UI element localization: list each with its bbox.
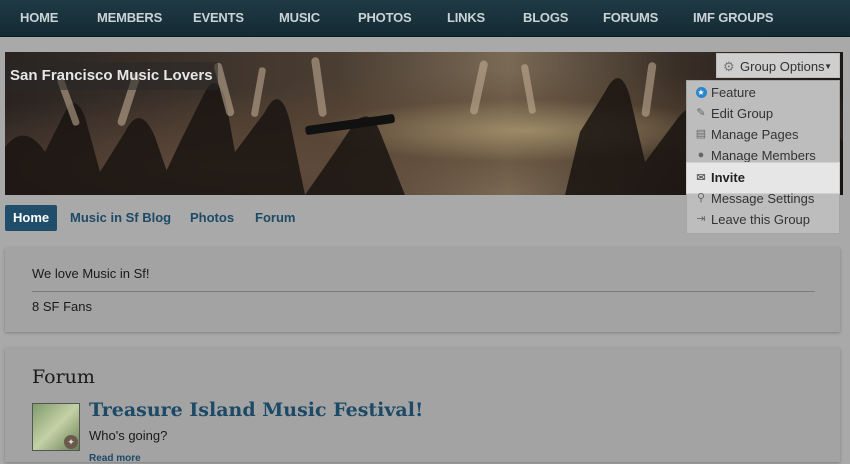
nav-links[interactable]: LINKS — [447, 0, 485, 36]
moderator-badge-icon: ✦ — [64, 435, 78, 449]
menu-item-edit-group[interactable]: ✎ Edit Group — [687, 103, 839, 124]
nav-home[interactable]: HOME — [20, 0, 58, 36]
tab-home[interactable]: Home — [5, 205, 58, 231]
menu-item-label: Feature — [711, 85, 756, 100]
exit-icon: ⇥ — [696, 213, 706, 225]
gear-icon: ⚙ — [723, 59, 735, 74]
group-options-label: Group Options — [740, 59, 825, 74]
caret-down-icon: ▼ — [824, 62, 832, 71]
group-title: San Francisco Music Lovers — [5, 62, 218, 90]
nav-photos[interactable]: PHOTOS — [358, 0, 412, 36]
group-description: We love Music in Sf! — [32, 266, 150, 281]
menu-item-label: Manage Pages — [711, 127, 799, 142]
group-options-button[interactable]: ⚙ Group Options ▼ — [716, 53, 840, 78]
menu-item-leave-group[interactable]: ⇥ Leave this Group — [687, 209, 839, 230]
pencil-icon: ✎ — [696, 107, 706, 119]
nav-music[interactable]: MUSIC — [279, 0, 320, 36]
menu-item-manage-pages[interactable]: ▤ Manage Pages — [687, 124, 839, 145]
divider — [32, 291, 815, 292]
fan-count: 8 SF Fans — [32, 299, 92, 314]
avatar[interactable]: ✦ — [32, 403, 80, 451]
tab-music-in-sf-blog[interactable]: Music in Sf Blog — [70, 205, 171, 231]
tab-forum[interactable]: Forum — [255, 205, 295, 231]
tab-photos[interactable]: Photos — [190, 205, 234, 231]
forum-heading: Forum — [32, 366, 95, 388]
group-options-menu: ★ Feature ✎ Edit Group ▤ Manage Pages ● … — [686, 80, 840, 234]
menu-item-feature[interactable]: ★ Feature — [687, 82, 839, 103]
forum-card: Forum ✦ Treasure Island Music Festival! … — [5, 348, 840, 464]
menu-item-label: Edit Group — [711, 106, 774, 121]
pages-icon: ▤ — [695, 128, 707, 140]
nav-events[interactable]: EVENTS — [193, 0, 244, 36]
top-navigation: HOME MEMBERS EVENTS MUSIC PHOTOS LINKS B… — [0, 0, 850, 37]
broadcast-icon: ⚲ — [696, 192, 706, 204]
nav-blogs[interactable]: BLOGS — [523, 0, 568, 36]
menu-item-message-settings[interactable]: ⚲ Message Settings — [687, 188, 839, 209]
star-badge-icon: ★ — [695, 87, 707, 98]
nav-members[interactable]: MEMBERS — [97, 0, 162, 36]
forum-topic-excerpt: Who's going? — [89, 428, 168, 443]
nav-imf-groups[interactable]: IMF GROUPS — [693, 0, 774, 36]
about-card: We love Music in Sf! 8 SF Fans — [5, 248, 840, 332]
menu-item-label: Leave this Group — [711, 212, 811, 227]
menu-item-label: Message Settings — [711, 191, 815, 206]
forum-topic-title[interactable]: Treasure Island Music Festival! — [89, 399, 423, 421]
nav-forums[interactable]: FORUMS — [603, 0, 658, 36]
read-more-link[interactable]: Read more — [89, 453, 141, 464]
